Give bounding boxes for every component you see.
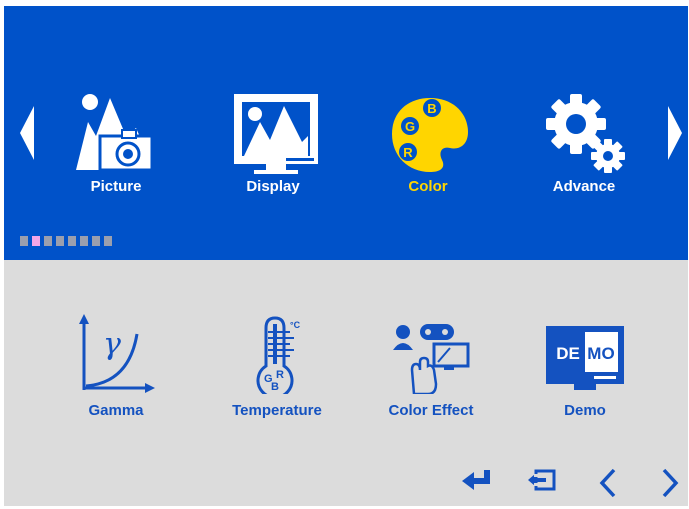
menu-label-color: Color xyxy=(408,178,448,195)
temperature-unit: °C xyxy=(290,320,301,330)
submenu-item-temperature[interactable]: °C G R B xyxy=(198,314,348,394)
page-indicator xyxy=(20,236,112,246)
picture-icon xyxy=(76,94,154,172)
thermo-letter-r: R xyxy=(276,369,284,381)
page-dot xyxy=(20,236,28,246)
nav-right-icon[interactable] xyxy=(660,468,680,498)
demo-text-left: DE xyxy=(556,344,580,363)
osd-menu: Picture Display B G R Color Advance γ Ga… xyxy=(4,6,688,506)
palette-letter-r: R xyxy=(403,145,413,160)
submenu-item-color-effect[interactable] xyxy=(354,314,504,394)
nav-left-icon[interactable] xyxy=(598,468,618,498)
submenu-label-temperature: Temperature xyxy=(232,402,322,419)
scroll-left-arrow-icon[interactable] xyxy=(18,106,38,160)
palette-letter-g: G xyxy=(405,119,415,134)
gamma-symbol: γ xyxy=(103,327,121,362)
submenu-label-demo: Demo xyxy=(564,402,606,419)
demo-icon: DE MO xyxy=(546,326,624,390)
color-effect-icon xyxy=(393,324,470,394)
submenu-item-gamma[interactable]: γ xyxy=(41,314,191,394)
main-menu-bar: Picture Display B G R Color Advance xyxy=(4,6,688,260)
palette-letter-b: B xyxy=(427,101,436,116)
menu-label-display: Display xyxy=(246,178,300,195)
page-dot xyxy=(104,236,112,246)
page-dot xyxy=(44,236,52,246)
page-dot xyxy=(92,236,100,246)
page-dot xyxy=(68,236,76,246)
page-dot xyxy=(32,236,40,246)
thermo-letter-b: B xyxy=(271,381,279,393)
page-dot xyxy=(80,236,88,246)
gamma-icon: γ xyxy=(79,314,155,393)
color-palette-icon: B G R xyxy=(392,98,468,172)
gears-icon xyxy=(546,94,625,173)
scroll-right-arrow-icon[interactable] xyxy=(666,106,686,160)
page-dot xyxy=(56,236,64,246)
submenu-item-demo[interactable]: DE MO xyxy=(508,314,658,394)
display-icon xyxy=(234,94,318,174)
menu-label-advance: Advance xyxy=(552,178,616,195)
thermometer-icon: °C G R B xyxy=(256,316,301,394)
exit-icon[interactable] xyxy=(528,468,558,492)
demo-text-right: MO xyxy=(587,344,614,363)
enter-icon[interactable] xyxy=(462,468,492,492)
menu-label-picture: Picture xyxy=(90,178,142,195)
submenu-label-color-effect: Color Effect xyxy=(388,402,474,419)
submenu-label-gamma: Gamma xyxy=(88,402,144,419)
